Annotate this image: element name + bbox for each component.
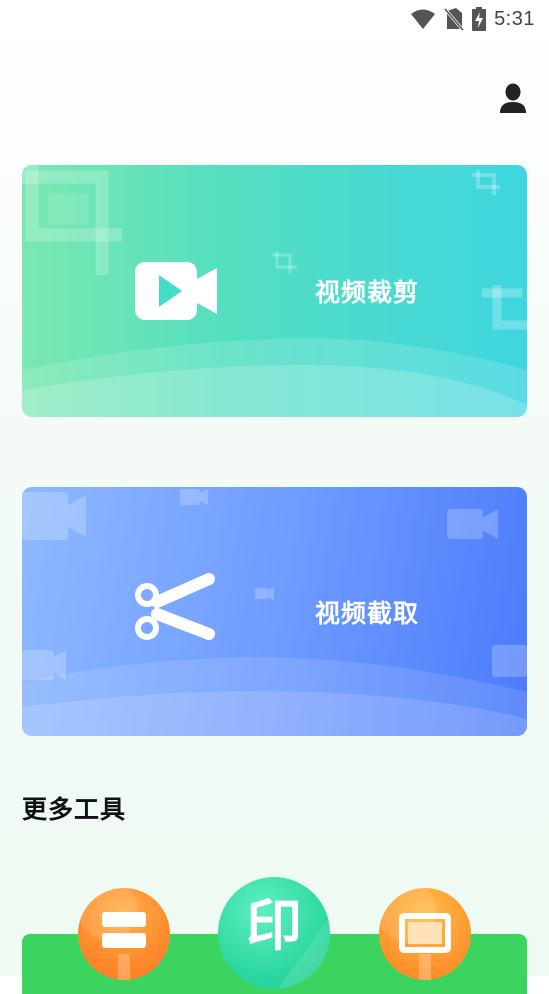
stamp-tool-button[interactable]: 印 xyxy=(218,877,330,989)
battery-charging-icon xyxy=(472,7,487,31)
card-background xyxy=(22,489,527,736)
video-camera-icon xyxy=(22,489,527,680)
video-capture-card[interactable]: 视频截取 xyxy=(22,487,527,736)
crop-icon xyxy=(472,170,500,195)
status-icons: 5:31 xyxy=(410,6,535,32)
more-tools-title: 更多工具 xyxy=(22,795,127,824)
stamp-glyph: 印 xyxy=(246,894,302,959)
video-crop-label: 视频裁剪 xyxy=(315,278,420,307)
video-capture-label: 视频截取 xyxy=(315,599,420,628)
scissors-icon xyxy=(135,573,215,640)
status-time: 5:31 xyxy=(494,7,535,30)
frame-tool-button[interactable] xyxy=(379,888,471,980)
frame-icon xyxy=(379,888,451,980)
crop-icon xyxy=(482,285,527,330)
layout-icon xyxy=(78,888,146,980)
crop-icon xyxy=(272,251,297,273)
status-bar: 5:31 xyxy=(0,0,549,40)
no-sim-icon xyxy=(444,8,465,31)
user-icon[interactable] xyxy=(498,82,528,114)
wifi-icon xyxy=(411,9,436,29)
video-camera-icon xyxy=(135,262,217,320)
layout-tool-button[interactable] xyxy=(78,888,170,980)
video-crop-card[interactable]: 视频裁剪 xyxy=(22,165,527,417)
card-background xyxy=(22,165,527,417)
crop-icon xyxy=(22,165,122,275)
